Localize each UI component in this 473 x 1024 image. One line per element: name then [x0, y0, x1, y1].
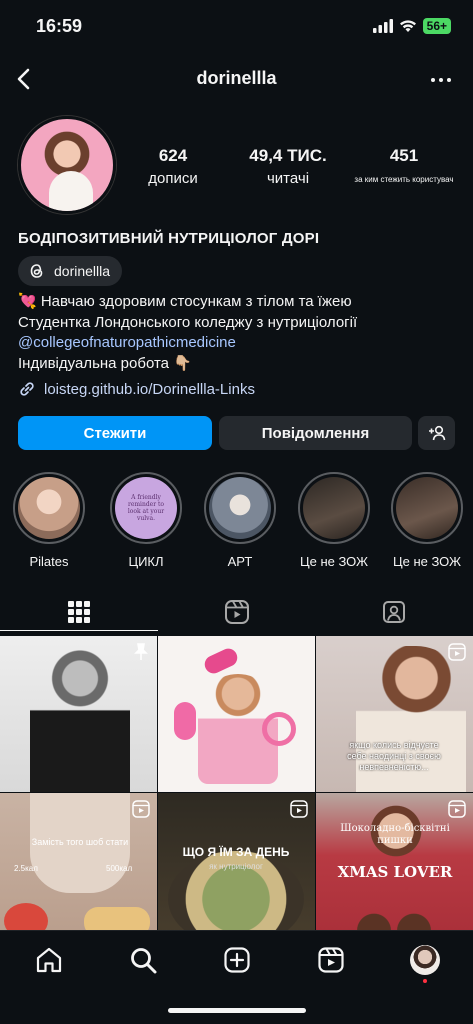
highlight-not-zozh-2[interactable]: Це не ЗОЖ [391, 472, 463, 569]
message-button[interactable]: Повідомлення [219, 416, 412, 450]
highlight-label: Це не ЗОЖ [392, 554, 461, 569]
threads-handle: dorinellla [54, 263, 111, 279]
tagged-person-icon [383, 601, 405, 623]
grid-post[interactable]: ЩО Я ЇМ ЗА ДЕНЬ як нутриціолог [158, 793, 315, 949]
bio-mention-link[interactable]: @collegeofnaturopathicmedicine [18, 333, 357, 354]
bio-line: 💘 Навчаю здоровим стосункам з тілом та ї… [18, 293, 352, 310]
wifi-icon [399, 20, 416, 32]
stat-following-label: за ким стежить користувач [354, 175, 454, 184]
bio-line: Індивідуальна робота 👇🏼 [18, 354, 192, 372]
bio-line: Студентка Лондонського коледжу з нутриці… [18, 313, 358, 331]
grid-post[interactable]: Шоколадно-бісквітні пишки XMAS LOVER [316, 793, 473, 949]
search-icon[interactable] [128, 945, 158, 975]
link-icon [20, 382, 34, 396]
threads-badge[interactable]: dorinellla [18, 256, 123, 286]
post-tag: 2.5кал [14, 864, 38, 873]
reel-badge-icon [290, 800, 308, 818]
signal-icon [372, 19, 393, 33]
link-text: loisteg.github.io/Dorinellla-Links [44, 380, 255, 398]
create-post-icon[interactable] [222, 945, 252, 975]
stat-followers-label: читачі [266, 170, 310, 187]
post-caption: якщо колись відчуєте себе наодинці з сво… [347, 740, 441, 772]
threads-icon [30, 264, 43, 278]
profile-bio: 💘 Навчаю здоровим стосункам з тілом та ї… [18, 292, 357, 374]
highlight-ring [13, 472, 85, 544]
highlight-label: Це не ЗОЖ [299, 554, 368, 569]
posts-grid: якщо колись відчуєте себе наодинці з сво… [0, 636, 473, 949]
profile-nav-avatar[interactable] [410, 945, 440, 975]
profile-username: dorinellla [196, 68, 277, 88]
stat-following-value: 451 [389, 146, 419, 165]
stat-posts-label: дописи [148, 170, 198, 187]
grid-post[interactable] [158, 636, 315, 792]
tab-grid[interactable] [0, 592, 158, 632]
home-indicator [168, 1008, 306, 1013]
highlight-cover-text: A friendly reminder to look at your vulv… [115, 477, 177, 539]
grid-post[interactable] [0, 636, 157, 792]
home-icon[interactable] [34, 945, 64, 975]
stat-followers-value: 49,4 ТИС. [249, 146, 327, 165]
more-options-icon[interactable] [429, 70, 453, 90]
profile-avatar[interactable] [18, 116, 116, 214]
stat-posts[interactable]: 624 дописи [132, 146, 214, 187]
highlight-label: ЦИКЛ [128, 554, 164, 569]
post-caption: ЩО Я ЇМ ЗА ДЕНЬ [182, 845, 290, 859]
grid-post[interactable]: якщо колись відчуєте себе наодинці з сво… [316, 636, 473, 792]
suggest-people-button[interactable] [418, 416, 455, 450]
reel-badge-icon [448, 643, 466, 661]
post-subcaption: XMAS LOVER [337, 863, 453, 881]
reel-badge-icon [132, 800, 150, 818]
highlight-art[interactable]: АРТ [204, 472, 276, 569]
highlight-label: Pilates [29, 554, 69, 569]
status-time: 16:59 [36, 16, 83, 36]
status-icons: 56+ [372, 18, 451, 34]
highlight-label: АРТ [227, 554, 253, 569]
highlight-not-zozh-1[interactable]: Це не ЗОЖ [298, 472, 370, 569]
highlight-ring [204, 472, 276, 544]
highlight-ring [391, 472, 463, 544]
follow-button[interactable]: Стежити [18, 416, 212, 450]
reels-nav-icon[interactable] [316, 945, 346, 975]
post-caption: Шоколадно-бісквітні пишки [340, 823, 450, 846]
stat-posts-value: 624 [158, 146, 188, 165]
profile-external-link[interactable]: loisteg.github.io/Dorinellla-Links [18, 380, 255, 398]
stat-following[interactable]: 451 за ким стежить користувач [346, 146, 462, 184]
active-tab-indicator [0, 630, 158, 631]
grid-icon [68, 601, 90, 623]
stat-followers[interactable]: 49,4 ТИС. читачі [240, 146, 336, 187]
post-caption: Замість того шоб стати [31, 837, 129, 847]
pinned-icon [134, 643, 148, 660]
tab-tagged[interactable] [315, 592, 473, 632]
highlight-ring [298, 472, 370, 544]
reels-icon [225, 600, 249, 624]
tab-reels[interactable] [158, 592, 316, 632]
reel-badge-icon [448, 800, 466, 818]
grid-post[interactable]: Замість того шоб стати 2.5кал 500кал [0, 793, 157, 949]
post-tag: 500кал [106, 864, 133, 873]
notification-dot [423, 979, 427, 983]
highlight-cycle[interactable]: A friendly reminder to look at your vulv… [110, 472, 182, 569]
highlight-pilates[interactable]: Pilates [13, 472, 85, 569]
highlight-ring: A friendly reminder to look at your vulv… [110, 472, 182, 544]
profile-display-name: БОДІПОЗИТИВНИЙ НУТРИЦІОЛОГ ДОРІ [18, 230, 320, 247]
add-person-icon [428, 425, 445, 441]
battery-indicator: 56+ [422, 18, 451, 34]
post-subcaption: як нутриціолог [209, 862, 263, 871]
